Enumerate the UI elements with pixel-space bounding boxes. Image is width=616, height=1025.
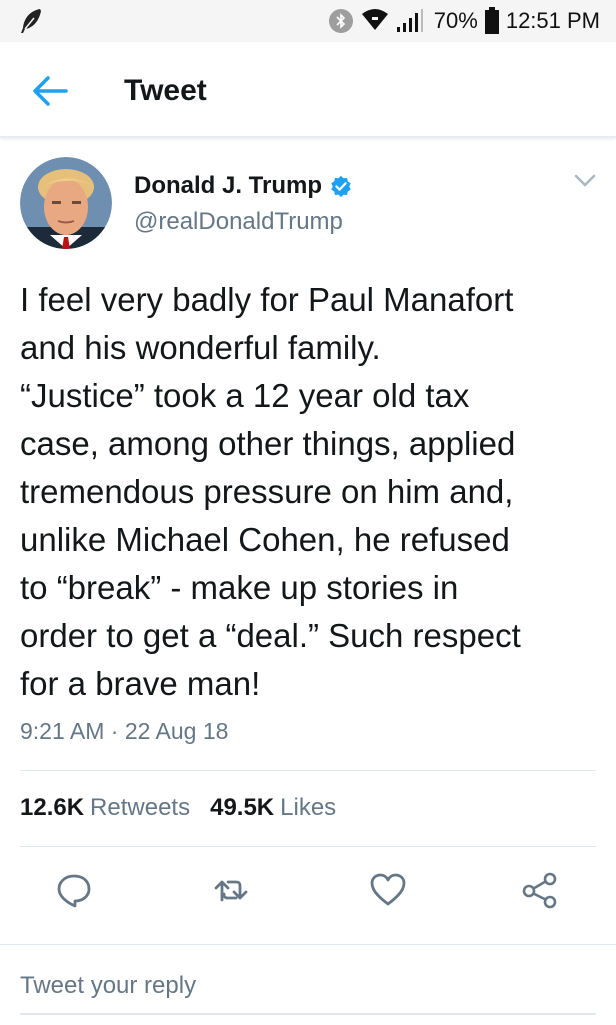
reply-input[interactable]: [20, 959, 596, 1015]
user-handle[interactable]: @realDonaldTrump: [134, 208, 343, 236]
bluetooth-icon: [328, 9, 353, 33]
heart-icon[interactable]: [368, 870, 408, 910]
feather-icon: [21, 9, 41, 33]
tweet-text: I feel very badly for Paul Manafort and …: [20, 281, 521, 702]
battery-percent: 70%: [433, 8, 478, 33]
likes-stat[interactable]: 49.5K Likes: [210, 794, 336, 822]
retweets-stat[interactable]: 12.6K Retweets: [20, 794, 190, 822]
clock: 12:51 PM: [505, 8, 600, 33]
avatar[interactable]: [20, 157, 112, 249]
retweet-icon[interactable]: [212, 870, 252, 910]
divider: [20, 846, 596, 847]
likes-count: 49.5K: [210, 794, 275, 821]
status-indicators: 70% 12:51 PM: [328, 0, 600, 42]
tweet-timestamp: 9:21 AM · 22 Aug 18: [20, 718, 229, 744]
action-bar: [0, 860, 616, 916]
display-name[interactable]: Donald J. Trump: [134, 172, 322, 200]
wifi-icon: [361, 9, 388, 30]
tweet-stats: 12.6K Retweets 49.5K Likes: [20, 794, 336, 822]
status-bar: 70% 12:51 PM: [0, 0, 616, 42]
battery-icon: [484, 7, 499, 34]
reply-icon[interactable]: [54, 870, 94, 910]
divider: [20, 770, 596, 771]
likes-label: Likes: [280, 794, 337, 821]
page-title: Tweet: [124, 74, 207, 107]
app-bar: Tweet: [0, 42, 616, 138]
retweets-label: Retweets: [90, 794, 191, 821]
user-name-row[interactable]: Donald J. Trump: [134, 172, 352, 200]
reply-box: [0, 944, 616, 1025]
retweets-count: 12.6K: [20, 794, 85, 821]
chevron-down-icon[interactable]: [574, 174, 596, 188]
back-arrow-icon[interactable]: [30, 74, 70, 108]
signal-icon: [396, 9, 423, 32]
share-icon[interactable]: [520, 870, 560, 910]
verified-badge-icon: [331, 175, 351, 197]
